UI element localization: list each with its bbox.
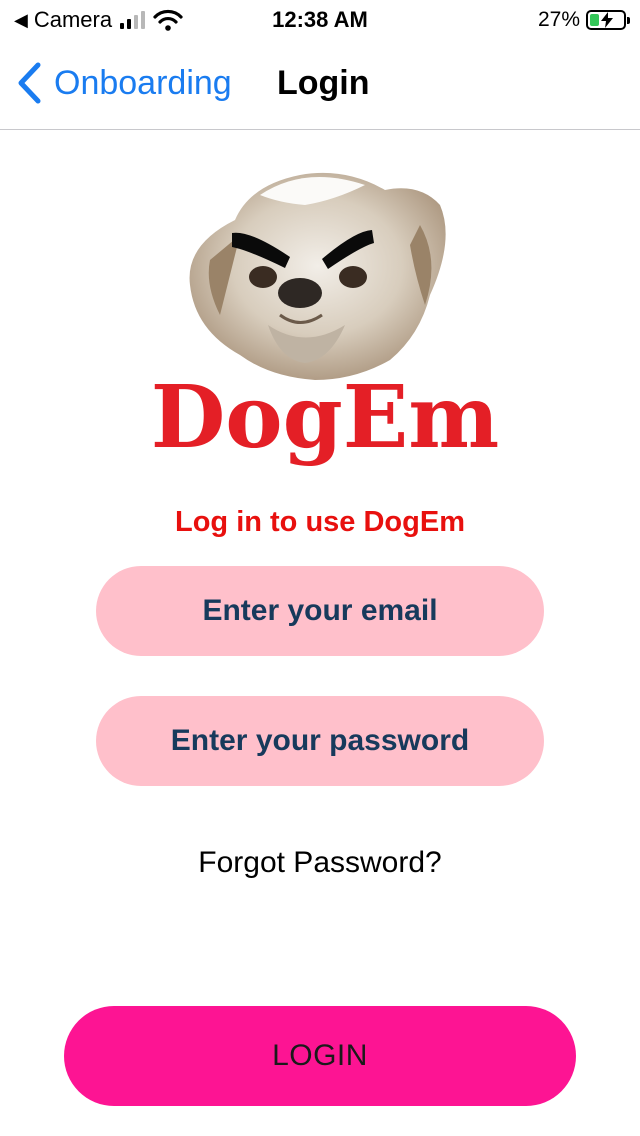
password-field[interactable]: Enter your password — [96, 696, 544, 786]
navigation-bar: Onboarding Login — [0, 40, 640, 130]
back-button-label: Onboarding — [54, 64, 232, 102]
login-prompt: Log in to use DogEm — [175, 506, 465, 538]
battery-icon — [586, 10, 630, 30]
login-button-label: LOGIN — [272, 1039, 368, 1072]
email-placeholder: Enter your email — [202, 594, 438, 627]
battery-percentage: 27% — [537, 8, 580, 31]
forgot-password-link[interactable]: Forgot Password? — [0, 846, 640, 880]
email-field[interactable]: Enter your email — [96, 566, 544, 656]
status-bar: ◀ Camera 12:38 AM 27% — [0, 0, 640, 40]
page-title: Login — [277, 64, 370, 102]
dogem-logo: DogEm — [151, 172, 500, 468]
password-placeholder: Enter your password — [170, 724, 470, 757]
status-right: 27% — [537, 8, 630, 32]
back-button[interactable]: Onboarding — [16, 62, 232, 104]
login-button[interactable]: LOGIN — [64, 1006, 576, 1106]
chevron-left-icon — [18, 62, 41, 104]
dog-face-image — [189, 172, 446, 380]
charging-bolt-icon — [601, 12, 613, 28]
login-screen: ◀ Camera 12:38 AM 27% Onboarding Login D… — [0, 0, 640, 1136]
logo-wordmark: DogEm — [151, 367, 500, 468]
